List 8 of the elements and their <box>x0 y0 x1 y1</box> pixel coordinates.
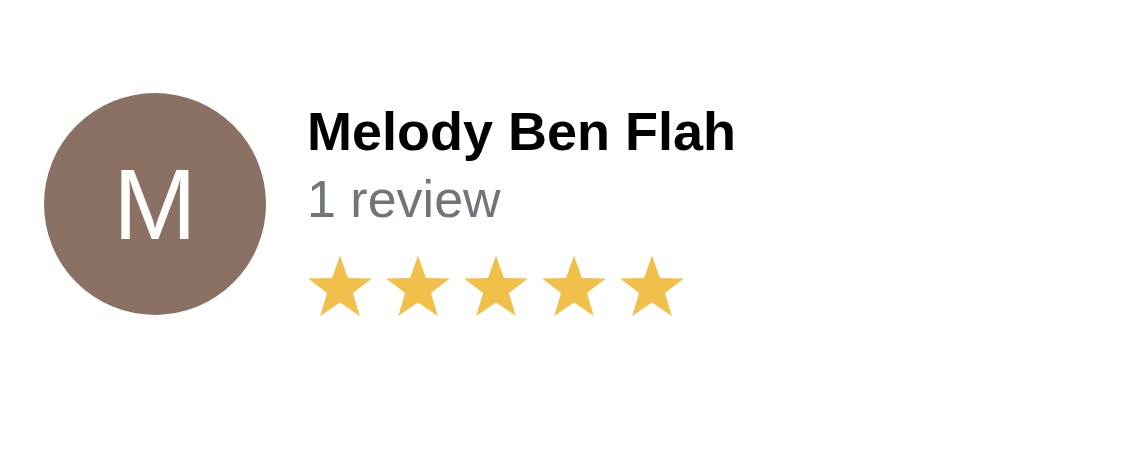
star-icon <box>385 255 451 319</box>
star-icon <box>463 255 529 319</box>
star-icon <box>541 255 607 319</box>
star-icon <box>619 255 685 319</box>
reviewer-name: Melody Ben Flah <box>307 100 737 163</box>
review-count: 1 review <box>307 169 502 230</box>
avatar: M <box>44 93 266 315</box>
star-icon <box>307 255 373 319</box>
